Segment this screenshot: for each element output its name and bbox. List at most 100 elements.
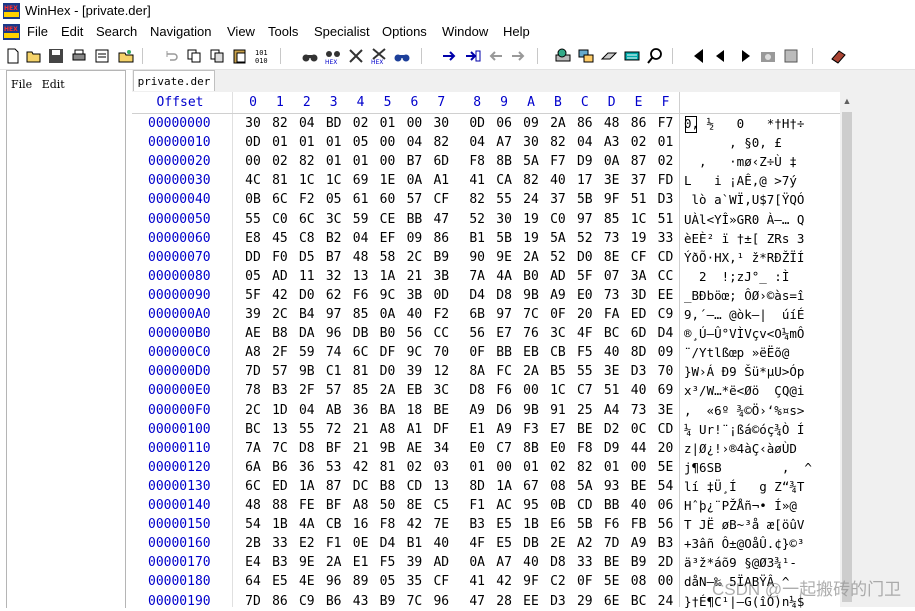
hex-byte[interactable]: 30 <box>240 116 266 131</box>
hex-byte[interactable]: 04 <box>572 135 598 150</box>
hex-byte[interactable]: A9 <box>626 536 652 551</box>
hex-byte[interactable]: 04 <box>294 116 320 131</box>
ascii-text[interactable]: ÝðÕ·HX,¹ ž*RÐŽÏÍ <box>684 250 804 265</box>
hex-byte[interactable]: DD <box>240 250 266 265</box>
hex-byte[interactable]: 24 <box>653 594 679 609</box>
hex-byte[interactable]: 19 <box>518 212 544 227</box>
hex-byte[interactable]: 4A <box>294 517 320 532</box>
hex-byte[interactable]: 51 <box>626 192 652 207</box>
hex-byte[interactable]: 9C <box>401 345 427 360</box>
open-disk-icon[interactable] <box>116 46 136 66</box>
hex-row[interactable]: 00000050 55 C0 6C 3C 59 CE BB 47 52 30 19 C0 97 85 1C 51… <box>132 210 840 229</box>
hex-byte[interactable]: 05 <box>321 192 347 207</box>
hex-byte[interactable]: 5B <box>491 231 517 246</box>
hex-byte[interactable]: 39 <box>240 307 266 322</box>
magnifier-icon[interactable] <box>645 46 665 66</box>
hex-byte[interactable]: E5 <box>267 574 293 589</box>
hex-byte[interactable]: 9F <box>518 574 544 589</box>
ascii-text[interactable]: _BÐböœ; ÔØ›©às=î <box>684 288 804 303</box>
hex-byte[interactable]: B3 <box>267 383 293 398</box>
settings-icon[interactable] <box>781 46 801 66</box>
row-offset[interactable]: 00000140 <box>148 498 211 513</box>
hex-byte[interactable]: 52 <box>464 212 490 227</box>
hex-byte[interactable]: CC <box>653 269 679 284</box>
hex-byte[interactable]: E5 <box>491 517 517 532</box>
hex-byte[interactable]: 33 <box>572 555 598 570</box>
menu-tools[interactable]: Tools <box>266 24 300 39</box>
hex-byte[interactable]: 1C <box>545 383 571 398</box>
back-arrow-icon[interactable] <box>486 46 506 66</box>
hex-byte[interactable]: C0 <box>267 212 293 227</box>
hex-byte[interactable]: 9B <box>375 441 401 456</box>
hex-byte[interactable]: 4A <box>491 269 517 284</box>
hex-byte[interactable]: ED <box>626 307 652 322</box>
hex-byte[interactable]: 3C <box>321 212 347 227</box>
hex-byte[interactable]: 30 <box>428 116 454 131</box>
hex-byte[interactable]: 48 <box>348 250 374 265</box>
hex-byte[interactable]: D8 <box>545 555 571 570</box>
hex-byte[interactable]: 9B <box>294 364 320 379</box>
hex-byte[interactable]: 60 <box>375 192 401 207</box>
hex-byte[interactable]: 47 <box>464 594 490 609</box>
ascii-text[interactable]: ®¸Ú–Û°VÌVçv<O¼mÔ <box>684 326 804 341</box>
hex-row[interactable]: 00000020 00 02 82 01 01 00 B7 6D F8 8B 5A F7 D9 0A 87 02… <box>132 152 840 171</box>
hex-row[interactable]: 00000110 7A 7C D8 BF 21 9B AE 34 E0 C7 8B E0 F8 D9 44 20… <box>132 439 840 458</box>
hex-byte[interactable]: 28 <box>491 594 517 609</box>
hex-byte[interactable]: D4 <box>464 288 490 303</box>
hex-byte[interactable]: 55 <box>294 422 320 437</box>
hex-byte[interactable]: 04 <box>294 403 320 418</box>
hex-byte[interactable]: 82 <box>572 460 598 475</box>
ascii-text[interactable]: 0‚ ½ 0 *†H†÷ <box>684 116 804 131</box>
hex-byte[interactable]: FB <box>626 517 652 532</box>
hex-byte[interactable]: 01 <box>653 135 679 150</box>
hex-byte[interactable]: 19 <box>518 231 544 246</box>
hex-row[interactable]: 00000000 30 82 04 BD 02 01 00 30 0D 06 09 2A 86 48 86 F7… <box>132 114 840 133</box>
hex-byte[interactable]: 88 <box>267 498 293 513</box>
document-system-icon[interactable]: HEX <box>3 24 20 40</box>
hex-byte[interactable]: 00 <box>653 574 679 589</box>
hex-byte[interactable]: 8A <box>464 364 490 379</box>
hex-byte[interactable]: 1A <box>294 479 320 494</box>
hex-byte[interactable]: 08 <box>626 574 652 589</box>
hex-byte[interactable]: 78 <box>240 383 266 398</box>
ascii-text[interactable]: ‚ §0‚ £ <box>684 135 797 150</box>
hex-byte[interactable]: 39 <box>401 364 427 379</box>
hex-byte[interactable]: 62 <box>321 288 347 303</box>
hex-byte[interactable]: 41 <box>464 173 490 188</box>
hex-byte[interactable]: 29 <box>572 594 598 609</box>
hex-byte[interactable]: 42 <box>267 288 293 303</box>
hex-byte[interactable]: B4 <box>294 307 320 322</box>
row-offset[interactable]: 00000120 <box>148 460 211 475</box>
hex-byte[interactable]: D0 <box>375 364 401 379</box>
hex-byte[interactable]: CB <box>321 517 347 532</box>
hex-byte[interactable]: BE <box>428 403 454 418</box>
hex-byte[interactable]: 21 <box>348 422 374 437</box>
hex-byte[interactable]: D3 <box>545 594 571 609</box>
hex-byte[interactable]: DB <box>518 536 544 551</box>
hex-byte[interactable]: 40 <box>401 307 427 322</box>
hex-byte[interactable]: DC <box>348 479 374 494</box>
paste-icon[interactable] <box>230 46 250 66</box>
hex-byte[interactable]: 87 <box>321 479 347 494</box>
play-previous-icon[interactable] <box>711 46 731 66</box>
hex-byte[interactable]: 04 <box>464 135 490 150</box>
row-offset[interactable]: 00000130 <box>148 479 211 494</box>
hex-byte[interactable]: 2F <box>294 383 320 398</box>
hex-byte[interactable]: 57 <box>401 192 427 207</box>
hex-byte[interactable]: A9 <box>491 422 517 437</box>
ascii-text[interactable]: j¶6SB ‚ ^ <box>684 460 812 475</box>
hex-byte[interactable]: 01 <box>321 135 347 150</box>
scrollbar-thumb[interactable] <box>842 112 852 602</box>
hex-byte[interactable]: 20 <box>572 307 598 322</box>
hex-byte[interactable]: 82 <box>267 116 293 131</box>
row-offset[interactable]: 000000E0 <box>148 383 211 398</box>
hex-byte[interactable]: 2C <box>401 250 427 265</box>
hex-row[interactable]: 00000150 54 1B 4A CB 16 F8 42 7E B3 E5 1B E6 5B F6 FB 56… <box>132 515 840 534</box>
hex-byte[interactable]: AD <box>267 269 293 284</box>
hex-byte[interactable]: B6 <box>267 460 293 475</box>
hex-byte[interactable]: 5A <box>518 154 544 169</box>
hex-byte[interactable]: 3E <box>599 173 625 188</box>
row-offset[interactable]: 000000F0 <box>148 403 211 418</box>
hex-byte[interactable]: F2 <box>294 192 320 207</box>
hex-byte[interactable]: 82 <box>294 154 320 169</box>
